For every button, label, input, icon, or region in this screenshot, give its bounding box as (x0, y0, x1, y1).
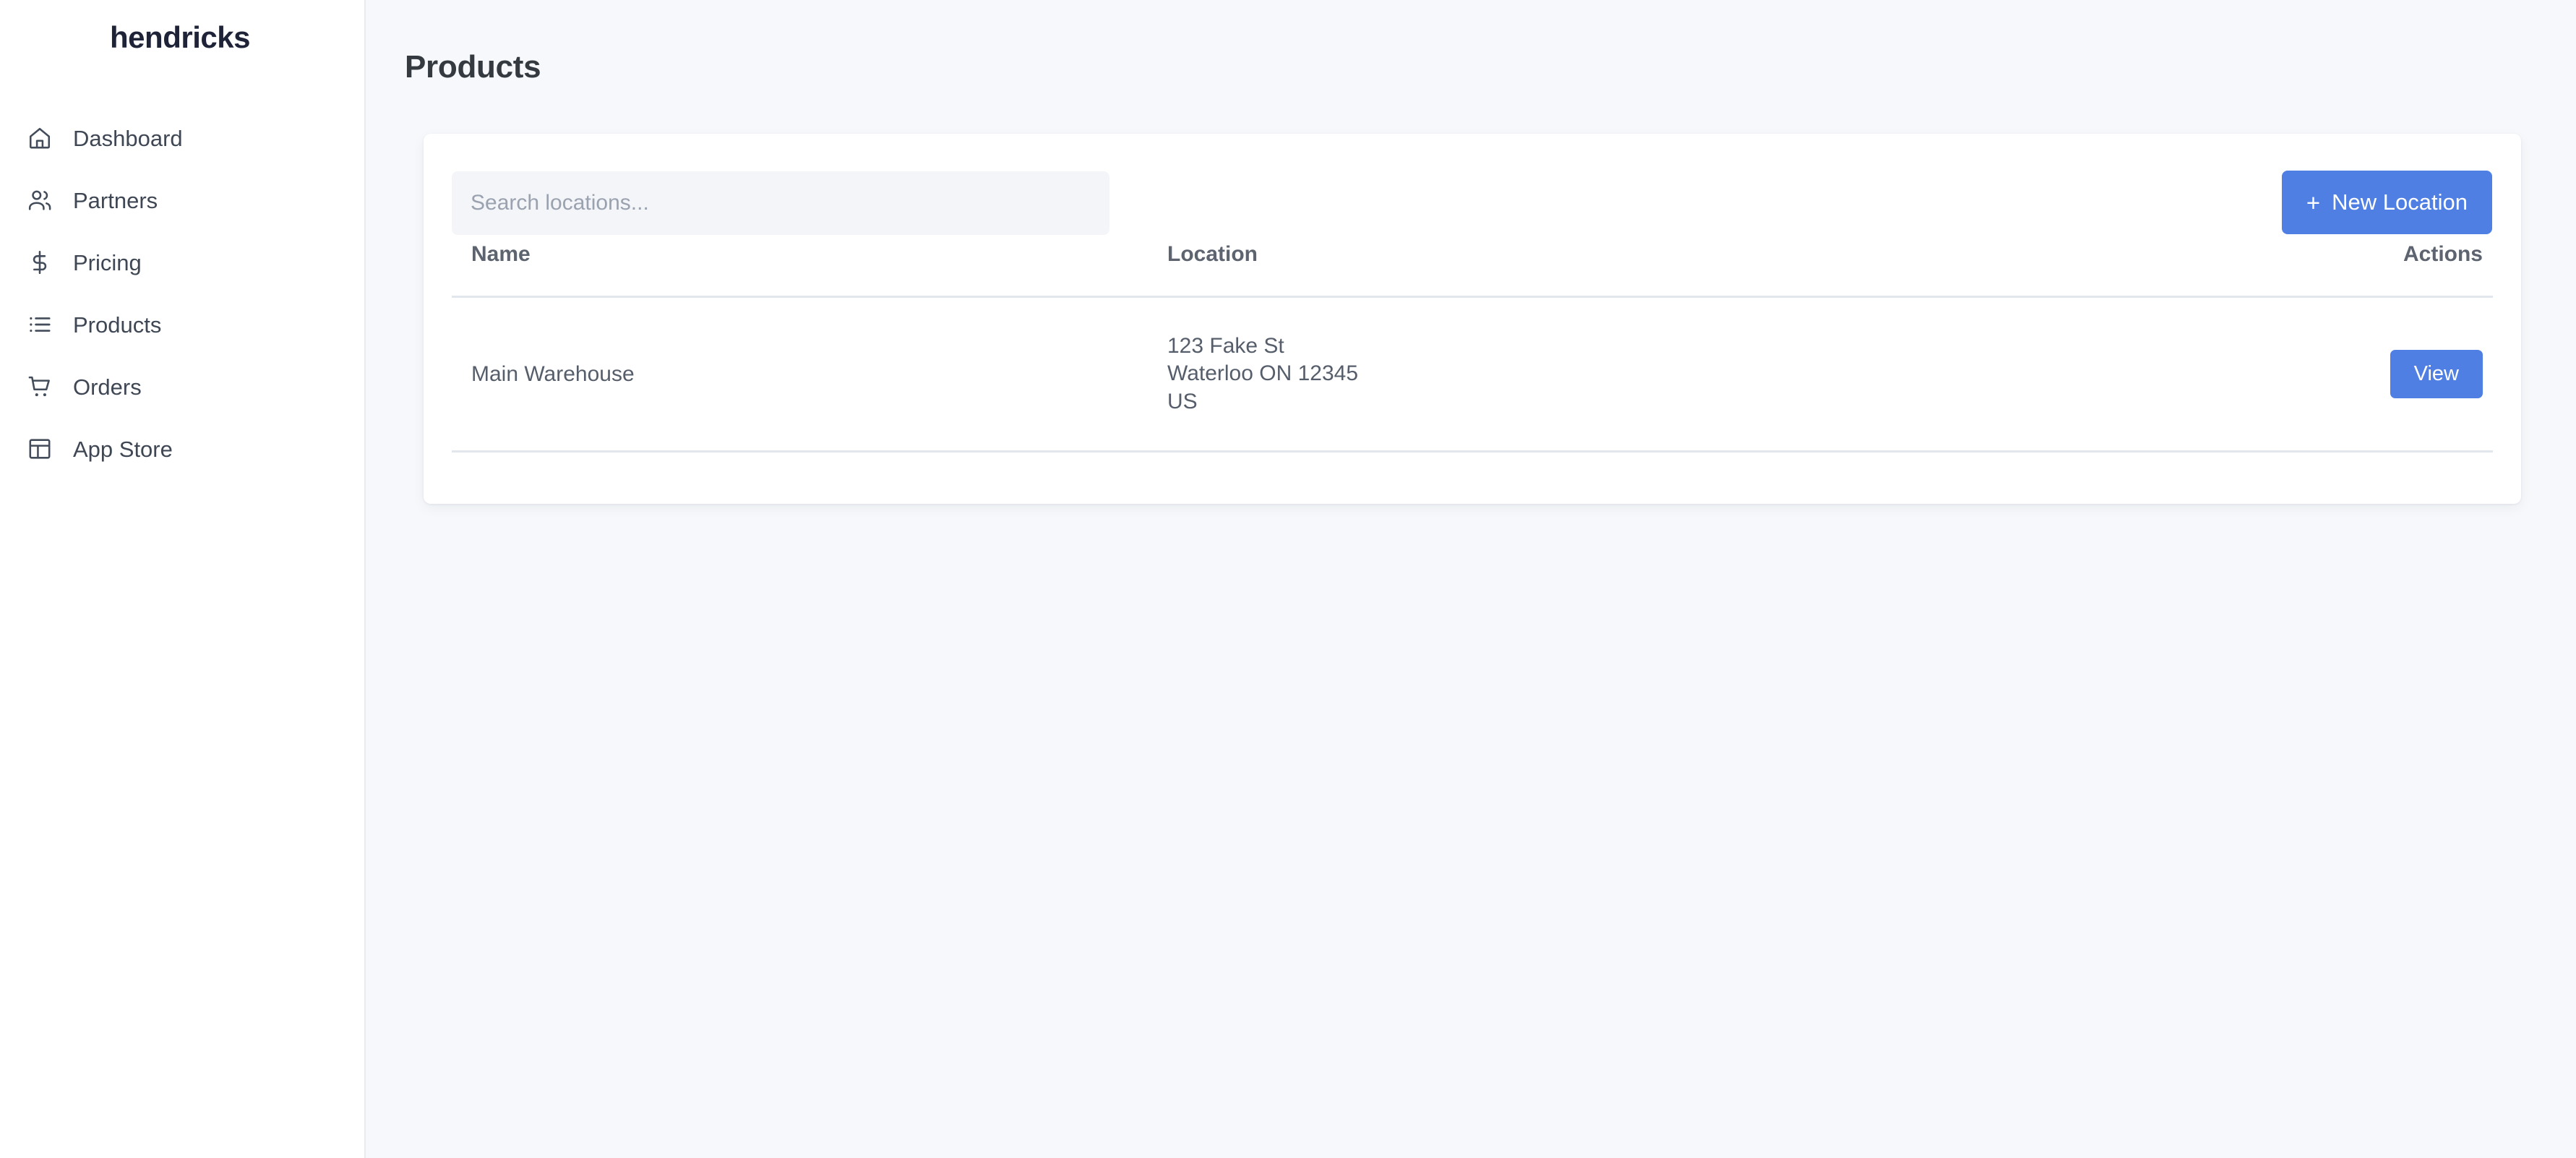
sidebar-item-app-store[interactable]: App Store (0, 418, 364, 480)
table-row: Main Warehouse 123 Fake St Waterloo ON 1… (452, 296, 2493, 453)
locations-table: Name Location Actions Main Warehouse 123… (452, 242, 2493, 453)
locations-table-wrap: Name Location Actions Main Warehouse 123… (424, 242, 2521, 453)
column-header-location: Location (1167, 242, 2035, 298)
cart-icon (23, 370, 56, 403)
sidebar: hendricks Dashboard Partners Pricing Pro… (0, 0, 366, 1158)
view-button[interactable]: View (2390, 350, 2483, 399)
plus-icon: + (2306, 189, 2321, 216)
address-line-2: Waterloo ON 12345 (1167, 361, 1359, 386)
sidebar-item-label: Partners (73, 187, 158, 213)
table-head: Name Location Actions (452, 242, 2493, 298)
sidebar-item-label: Pricing (73, 249, 142, 275)
cell-name: Main Warehouse (452, 296, 1167, 453)
cell-actions: View (2035, 296, 2493, 453)
layout-icon (23, 432, 56, 466)
dollar-icon (23, 246, 56, 279)
brand-logo: hendricks (110, 20, 250, 54)
table-body: Main Warehouse 123 Fake St Waterloo ON 1… (452, 296, 2493, 453)
sidebar-item-label: Products (73, 312, 162, 338)
sidebar-item-pricing[interactable]: Pricing (0, 231, 364, 293)
users-icon (23, 184, 56, 217)
cell-location: 123 Fake St Waterloo ON 12345 US (1167, 296, 2035, 453)
new-location-label: New Location (2332, 189, 2468, 215)
column-header-actions: Actions (2035, 242, 2493, 298)
column-header-name: Name (452, 242, 1167, 298)
address-line-3: US (1167, 389, 1198, 413)
sidebar-item-label: Orders (73, 374, 142, 400)
sidebar-item-dashboard[interactable]: Dashboard (0, 107, 364, 169)
sidebar-item-label: Dashboard (73, 125, 183, 151)
page-title: Products (405, 49, 541, 85)
main-content: Products + New Location Name Location Ac… (366, 0, 2576, 1158)
sidebar-item-partners[interactable]: Partners (0, 169, 364, 231)
app-root: hendricks Dashboard Partners Pricing Pro… (0, 0, 2576, 1158)
table-header-row: Name Location Actions (452, 242, 2493, 298)
card-toolbar: + New Location (424, 134, 2521, 242)
sidebar-nav: Dashboard Partners Pricing Products Orde… (0, 107, 364, 480)
new-location-button[interactable]: + New Location (2281, 171, 2492, 234)
list-icon (23, 308, 56, 341)
locations-card: + New Location Name Location Actions (424, 134, 2521, 504)
home-icon (23, 121, 56, 155)
search-input[interactable] (452, 171, 1109, 235)
sidebar-item-products[interactable]: Products (0, 293, 364, 356)
sidebar-item-orders[interactable]: Orders (0, 356, 364, 418)
address-line-1: 123 Fake St (1167, 334, 1284, 358)
sidebar-item-label: App Store (73, 436, 173, 462)
